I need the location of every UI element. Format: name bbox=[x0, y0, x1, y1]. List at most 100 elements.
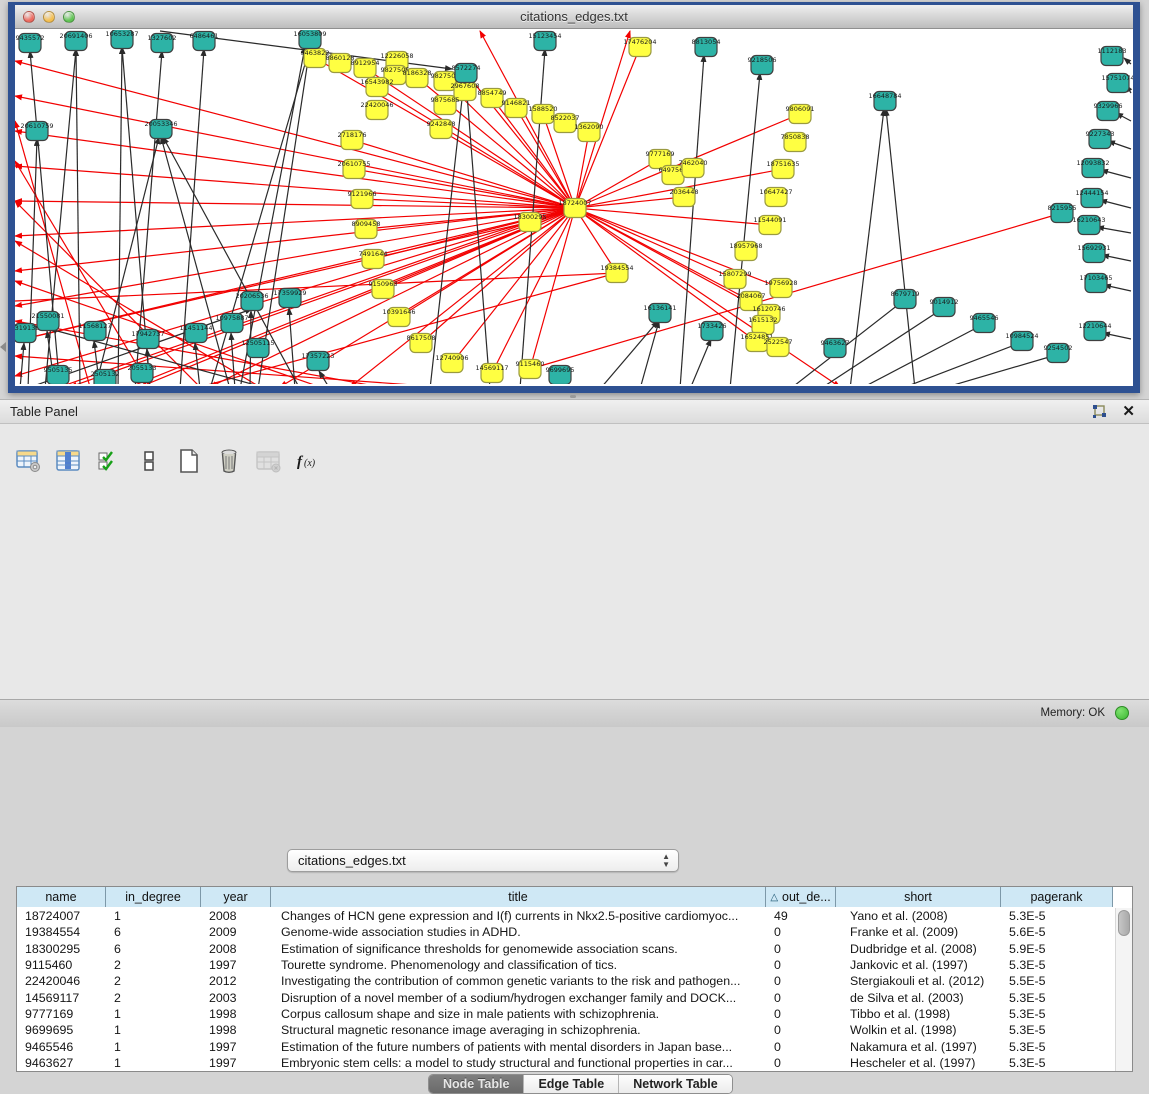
graph-node[interactable]: 12093832 bbox=[1076, 159, 1109, 178]
graph-edge[interactable] bbox=[690, 339, 711, 384]
graph-node[interactable]: 9146821 bbox=[502, 99, 531, 118]
graph-node[interactable]: 12740906 bbox=[435, 354, 468, 373]
graph-node[interactable]: 20206536 bbox=[235, 292, 268, 311]
citation-network-graph[interactable]: 9463822886012889129541222605898275051654… bbox=[15, 30, 1133, 384]
tab-network-table[interactable]: Network Table bbox=[619, 1075, 732, 1093]
graph-node[interactable]: 7850838 bbox=[781, 133, 810, 152]
graph-node[interactable]: 8215955 bbox=[1048, 204, 1077, 223]
column-visibility-icon[interactable] bbox=[54, 446, 84, 476]
table-row[interactable]: 1872400712008Changes of HCN gene express… bbox=[17, 908, 1114, 924]
graph-edge[interactable] bbox=[575, 208, 840, 384]
column-header-out_de[interactable]: △out_de... bbox=[766, 887, 836, 907]
graph-edge[interactable] bbox=[900, 343, 1020, 384]
graph-node[interactable]: 19756928 bbox=[764, 279, 797, 298]
graph-node[interactable]: 9699695 bbox=[546, 366, 575, 385]
graph-node[interactable]: 15807299 bbox=[718, 270, 751, 289]
table-row[interactable]: 977716911998Corpus callosum shape and si… bbox=[17, 1006, 1114, 1022]
graph-node[interactable]: 16053809 bbox=[293, 30, 326, 49]
column-header-short[interactable]: short bbox=[836, 887, 1001, 907]
graph-node[interactable]: 10653287 bbox=[105, 30, 138, 49]
function-builder-icon[interactable]: f(x) bbox=[294, 446, 324, 476]
graph-node[interactable]: 9150963 bbox=[369, 280, 398, 299]
graph-edge[interactable] bbox=[1101, 170, 1131, 178]
graph-node[interactable]: 1733426 bbox=[698, 322, 727, 341]
graph-node[interactable]: 6486461 bbox=[190, 32, 219, 51]
graph-node[interactable]: 8617508 bbox=[407, 334, 436, 353]
graph-node[interactable]: 16136141 bbox=[643, 304, 676, 323]
new-table-icon[interactable] bbox=[174, 446, 204, 476]
graph-edge[interactable] bbox=[15, 208, 575, 271]
graph-node[interactable]: 20610759 bbox=[20, 122, 53, 141]
graph-node[interactable]: 8572274 bbox=[452, 64, 481, 83]
graph-node[interactable]: 2055133 bbox=[128, 364, 157, 383]
graph-node[interactable]: 9875685 bbox=[431, 96, 460, 115]
graph-node[interactable]: 15692931 bbox=[1077, 244, 1110, 263]
graph-node[interactable]: 10975887 bbox=[215, 314, 248, 333]
column-header-title[interactable]: title bbox=[271, 887, 766, 907]
graph-edge[interactable] bbox=[76, 49, 80, 384]
graph-edge[interactable] bbox=[600, 321, 658, 384]
graph-node[interactable]: 9465546 bbox=[970, 314, 999, 333]
column-header-pagerank[interactable]: pagerank bbox=[1001, 887, 1113, 907]
zoom-button[interactable] bbox=[63, 11, 75, 23]
graph-node[interactable]: 1615132 bbox=[749, 316, 778, 335]
graph-edge[interactable] bbox=[1102, 255, 1131, 261]
graph-edge[interactable] bbox=[452, 208, 575, 363]
network-canvas[interactable]: 9463822886012889129541222605898275051654… bbox=[15, 30, 1133, 386]
table-row[interactable]: 1938455462009Genome-wide association stu… bbox=[17, 924, 1114, 940]
graph-node[interactable]: 9254502 bbox=[1044, 344, 1073, 363]
table-row[interactable]: 1830029562008Estimation of significance … bbox=[17, 941, 1114, 957]
column-header-name[interactable]: name bbox=[17, 887, 106, 907]
network-window-titlebar[interactable]: citations_edges.txt bbox=[15, 5, 1133, 29]
graph-edge[interactable] bbox=[240, 47, 305, 384]
table-row[interactable]: 946554611997Estimation of the future num… bbox=[17, 1038, 1114, 1054]
graph-node[interactable]: 9227343 bbox=[1086, 130, 1115, 149]
table-row[interactable]: 2242004622012Investigating the contribut… bbox=[17, 973, 1114, 989]
graph-node[interactable]: 2505132 bbox=[91, 370, 120, 385]
graph-edge[interactable] bbox=[1103, 333, 1131, 339]
graph-node[interactable]: 8186328 bbox=[403, 69, 432, 88]
graph-node[interactable]: 14569117 bbox=[475, 364, 508, 383]
graph-node[interactable]: 20053346 bbox=[144, 120, 177, 139]
column-header-in_degree[interactable]: in_degree bbox=[106, 887, 201, 907]
graph-node[interactable]: 9806091 bbox=[786, 105, 815, 124]
table-row[interactable]: 969969511998Structural magnetic resonanc… bbox=[17, 1022, 1114, 1038]
graph-edge[interactable] bbox=[20, 343, 24, 384]
graph-node[interactable]: 18751635 bbox=[766, 160, 799, 179]
graph-edge[interactable] bbox=[118, 47, 122, 384]
tab-edge-table[interactable]: Edge Table bbox=[524, 1075, 619, 1093]
graph-node[interactable]: 12444154 bbox=[1075, 189, 1108, 208]
graph-node[interactable]: 2718176 bbox=[338, 131, 367, 150]
graph-node[interactable]: 1362090 bbox=[575, 123, 604, 142]
graph-node[interactable]: 10984524 bbox=[1005, 332, 1038, 351]
graph-node[interactable]: 3319138 bbox=[15, 324, 39, 343]
graph-node[interactable]: 15751074 bbox=[1101, 74, 1133, 93]
minimize-button[interactable] bbox=[43, 11, 55, 23]
graph-edge[interactable] bbox=[1100, 200, 1131, 208]
graph-edge[interactable] bbox=[1097, 227, 1131, 233]
graph-edge[interactable] bbox=[1124, 58, 1131, 64]
graph-node[interactable]: 17357223 bbox=[301, 352, 334, 371]
column-header-year[interactable]: year bbox=[201, 887, 271, 907]
graph-edge[interactable] bbox=[45, 49, 76, 384]
row-height-icon[interactable] bbox=[134, 446, 164, 476]
graph-node[interactable]: 9121966 bbox=[348, 190, 377, 209]
graph-node[interactable]: 1327602 bbox=[148, 34, 177, 53]
graph-node[interactable]: 8813054 bbox=[692, 38, 721, 57]
graph-node[interactable]: 2522547 bbox=[764, 338, 793, 357]
graph-node[interactable]: 17103465 bbox=[1079, 274, 1112, 293]
vertical-scrollbar[interactable] bbox=[1115, 908, 1132, 1071]
graph-node[interactable]: 12210644 bbox=[1078, 322, 1111, 341]
graph-node[interactable]: 8679719 bbox=[891, 290, 920, 309]
graph-edge[interactable] bbox=[850, 109, 884, 384]
graph-edge[interactable] bbox=[1104, 285, 1131, 291]
graph-node[interactable]: 9435572 bbox=[16, 34, 45, 53]
graph-node[interactable]: 17476204 bbox=[623, 38, 656, 57]
delete-table-icon[interactable] bbox=[214, 446, 244, 476]
row-select-check-icon[interactable] bbox=[94, 446, 124, 476]
graph-node[interactable]: 16210643 bbox=[1072, 216, 1105, 235]
graph-node[interactable]: 10647427 bbox=[759, 188, 792, 207]
graph-node[interactable]: 8912954 bbox=[351, 59, 380, 78]
graph-node[interactable]: 9329966 bbox=[1094, 102, 1123, 121]
graph-edge[interactable] bbox=[15, 61, 575, 208]
